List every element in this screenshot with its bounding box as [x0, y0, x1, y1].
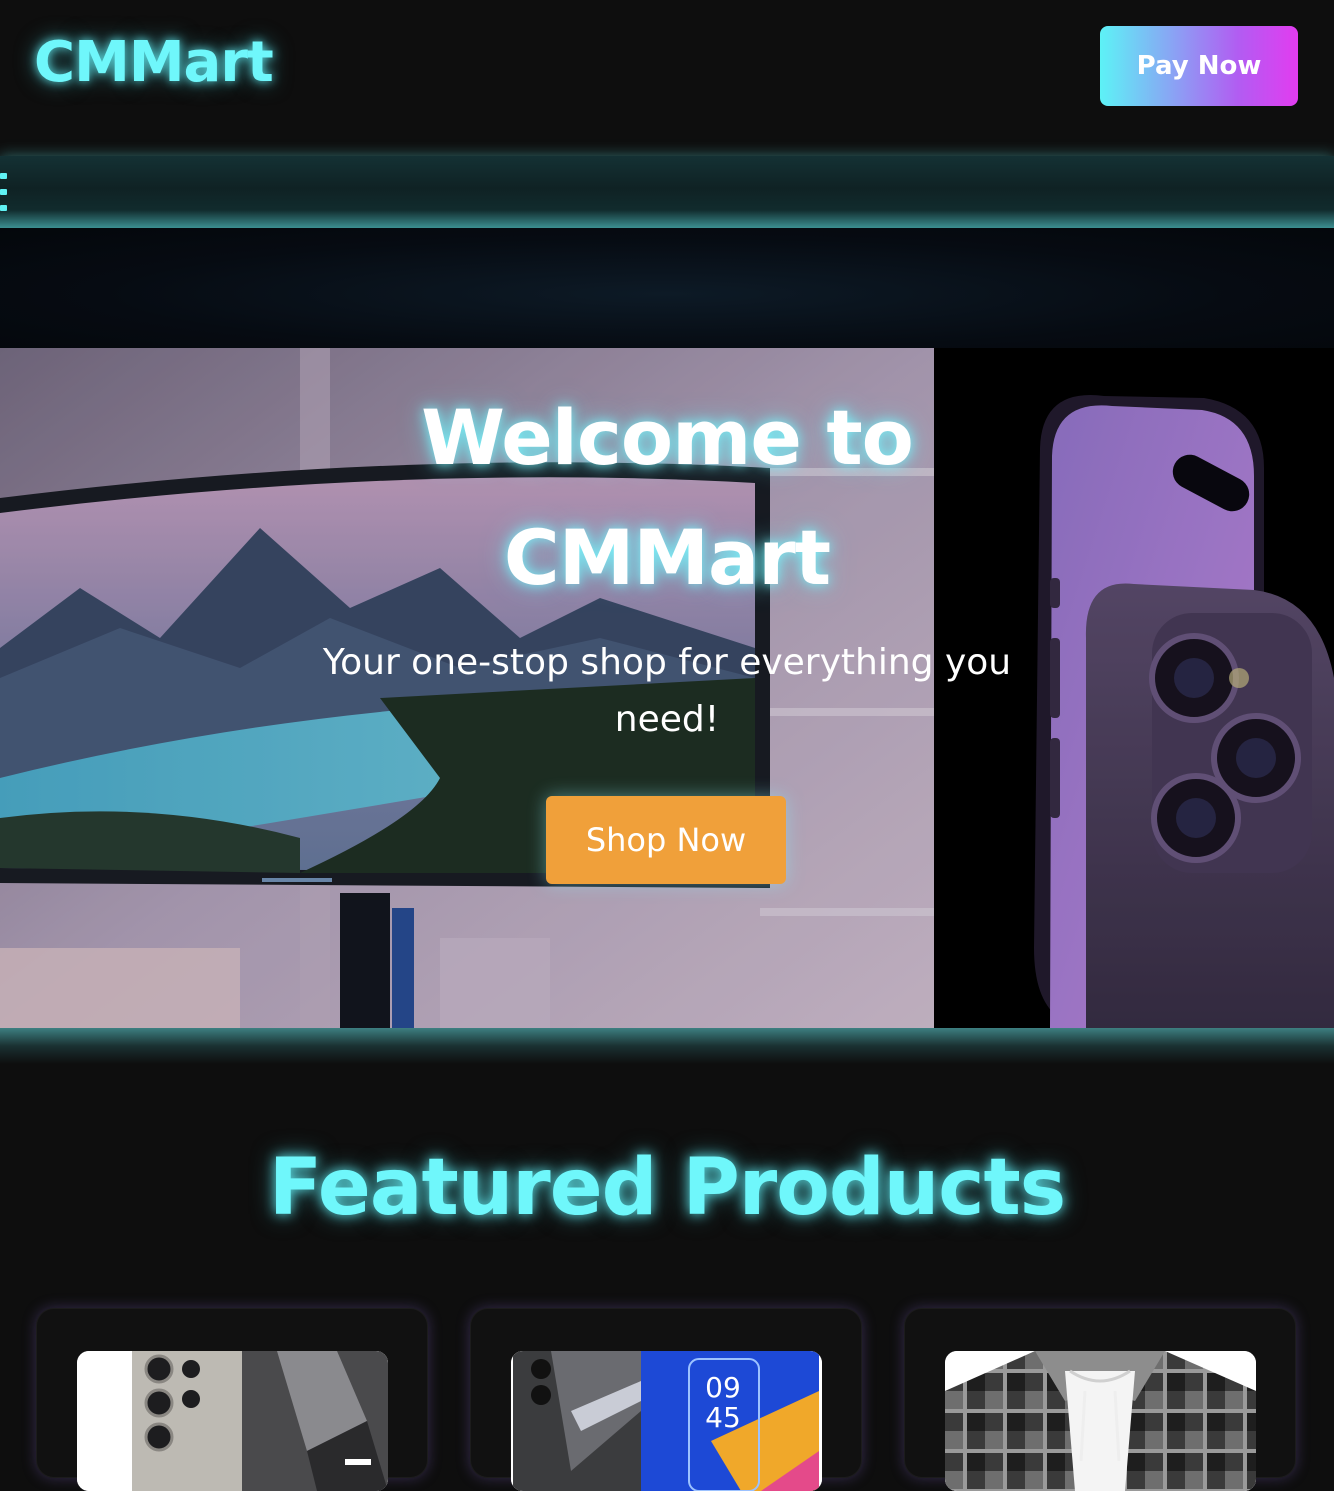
- site-logo[interactable]: CMMart: [34, 30, 274, 95]
- hamburger-menu-icon[interactable]: [0, 173, 8, 211]
- product-card[interactable]: [36, 1308, 428, 1491]
- featured-products-title: Featured Products: [268, 1143, 1066, 1233]
- hero-section: Welcome to CMMart Your one-stop shop for…: [0, 348, 1334, 1028]
- svg-text:45: 45: [705, 1401, 741, 1434]
- nav-bar: [0, 156, 1334, 228]
- featured-top-glow: [0, 1028, 1334, 1064]
- plaid-hoodie-jacket-image[interactable]: [945, 1351, 1256, 1491]
- hero-top-band: [0, 228, 1334, 348]
- hero-subtitle: Your one-stop shop for everything you ne…: [322, 642, 1012, 740]
- product-card[interactable]: 09 45: [470, 1308, 862, 1491]
- product-card[interactable]: [904, 1308, 1296, 1491]
- site-header: CMMart Pay Now: [0, 0, 1334, 156]
- hero-title: Welcome to CMMart: [421, 393, 914, 602]
- smartphone-image[interactable]: 09 45: [511, 1351, 822, 1491]
- samsung-phone-image[interactable]: [77, 1351, 388, 1491]
- shop-now-button[interactable]: Shop Now: [546, 796, 786, 884]
- svg-text:09: 09: [705, 1371, 741, 1404]
- pay-now-button[interactable]: Pay Now: [1100, 26, 1298, 106]
